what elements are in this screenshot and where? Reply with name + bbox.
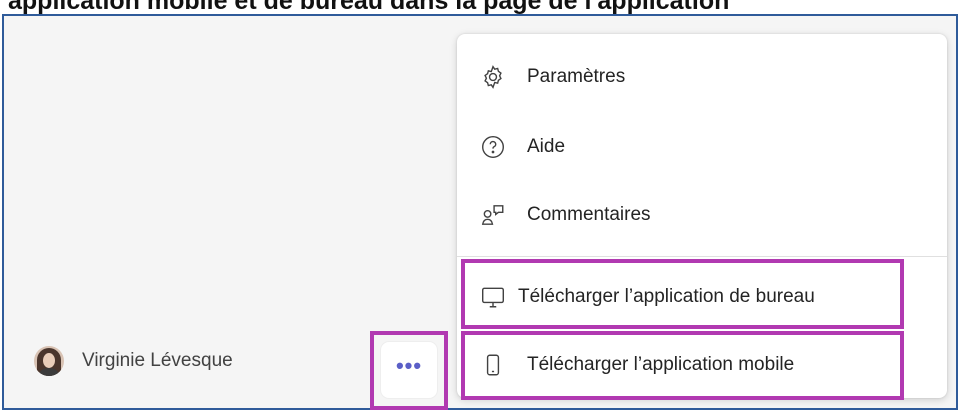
- menu-item-help[interactable]: Aide: [457, 112, 947, 182]
- menu-item-label: Paramètres: [527, 66, 626, 87]
- menu-item-label: Commentaires: [527, 204, 651, 225]
- gear-icon: [479, 63, 507, 91]
- overflow-menu: Paramètres Aide Commentaires Télécharger…: [457, 34, 947, 398]
- menu-item-feedback[interactable]: Commentaires: [457, 180, 947, 250]
- menu-item-download-desktop[interactable]: Télécharger l’application de bureau: [457, 262, 947, 332]
- phone-icon: [479, 351, 507, 379]
- help-circle-icon: [479, 133, 507, 161]
- menu-item-label: Télécharger l’application mobile: [527, 354, 795, 375]
- user-profile[interactable]: Virginie Lévesque: [34, 342, 233, 380]
- avatar: [34, 346, 64, 376]
- menu-divider: [457, 256, 947, 257]
- menu-item-label: Télécharger l’application de bureau: [518, 286, 815, 307]
- menu-item-settings[interactable]: Paramètres: [457, 42, 947, 112]
- menu-item-download-mobile[interactable]: Télécharger l’application mobile: [457, 330, 947, 400]
- more-dots-icon: •••: [395, 353, 423, 378]
- menu-item-label: Aide: [527, 136, 566, 157]
- feedback-icon: [479, 201, 507, 229]
- more-options-button[interactable]: •••: [381, 342, 437, 398]
- user-name: Virginie Lévesque: [82, 350, 233, 371]
- desktop-icon: [479, 283, 507, 311]
